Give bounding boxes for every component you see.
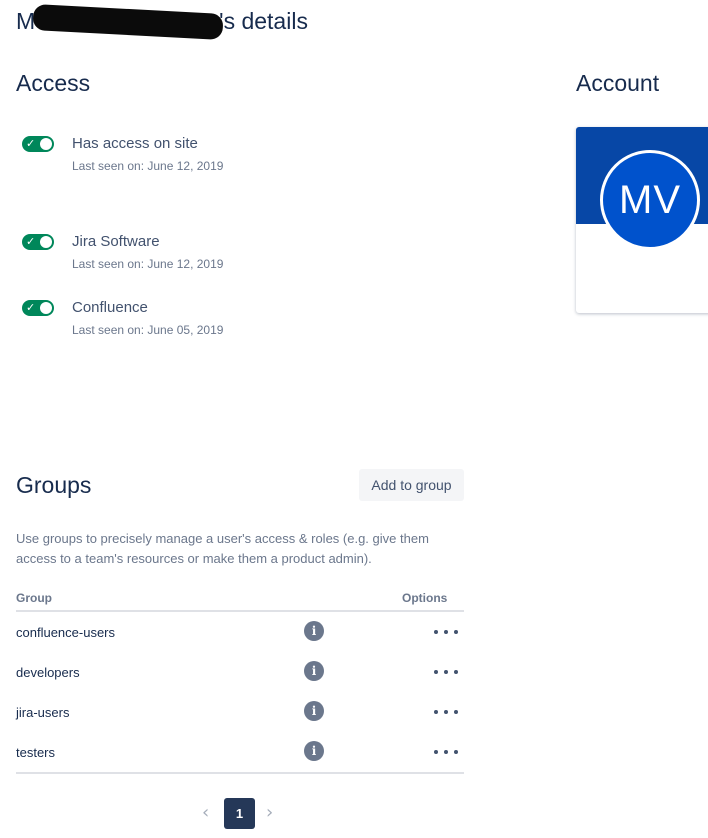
chevron-left-icon[interactable]: ‹: [202, 803, 209, 823]
confluence-access-toggle[interactable]: ✓: [22, 300, 54, 316]
toggle-knob: [40, 302, 52, 314]
access-item-last-seen: Last seen on: June 12, 2019: [72, 159, 224, 173]
access-item-label: Has access on site: [72, 135, 198, 152]
groups-heading: Groups: [16, 472, 92, 498]
more-icon[interactable]: [434, 626, 458, 638]
more-icon[interactable]: [434, 746, 458, 758]
account-heading: Account: [576, 70, 660, 96]
avatar[interactable]: MV: [600, 150, 700, 250]
group-name[interactable]: testers: [16, 744, 55, 762]
page-number-current[interactable]: 1: [224, 798, 255, 829]
column-header-group[interactable]: Group: [16, 590, 52, 606]
add-to-group-button[interactable]: Add to group: [359, 469, 464, 501]
more-icon[interactable]: [434, 666, 458, 678]
groups-description: Use groups to precisely manage a user's …: [16, 531, 429, 566]
column-header-options: Options: [402, 591, 448, 605]
check-icon: ✓: [26, 301, 36, 314]
access-heading: Access: [16, 70, 91, 96]
info-icon[interactable]: i: [304, 661, 324, 681]
group-name[interactable]: confluence-users: [16, 624, 115, 642]
site-access-toggle[interactable]: ✓: [22, 136, 54, 152]
check-icon: ✓: [26, 235, 36, 248]
chevron-right-icon[interactable]: ›: [266, 803, 273, 823]
group-name[interactable]: developers: [16, 664, 80, 682]
access-item-last-seen: Last seen on: June 12, 2019: [72, 257, 224, 271]
more-icon[interactable]: [434, 706, 458, 718]
check-icon: ✓: [26, 137, 36, 150]
jira-access-toggle[interactable]: ✓: [22, 234, 54, 250]
account-card: MV: [576, 127, 708, 313]
redacted-name: [32, 4, 224, 40]
table-bottom-divider: [16, 772, 464, 774]
page-title-suffix: 's details: [219, 8, 308, 34]
access-item-last-seen: Last seen on: June 05, 2019: [72, 323, 224, 337]
access-item-label: Jira Software: [72, 233, 160, 250]
toggle-knob: [40, 138, 52, 150]
access-item-label: Confluence: [72, 299, 148, 316]
info-icon[interactable]: i: [304, 741, 324, 761]
info-icon[interactable]: i: [304, 621, 324, 641]
toggle-knob: [40, 236, 52, 248]
page-title: M's details: [16, 4, 308, 40]
table-header-divider: [16, 610, 464, 612]
info-icon[interactable]: i: [304, 701, 324, 721]
group-name[interactable]: jira-users: [16, 704, 69, 722]
